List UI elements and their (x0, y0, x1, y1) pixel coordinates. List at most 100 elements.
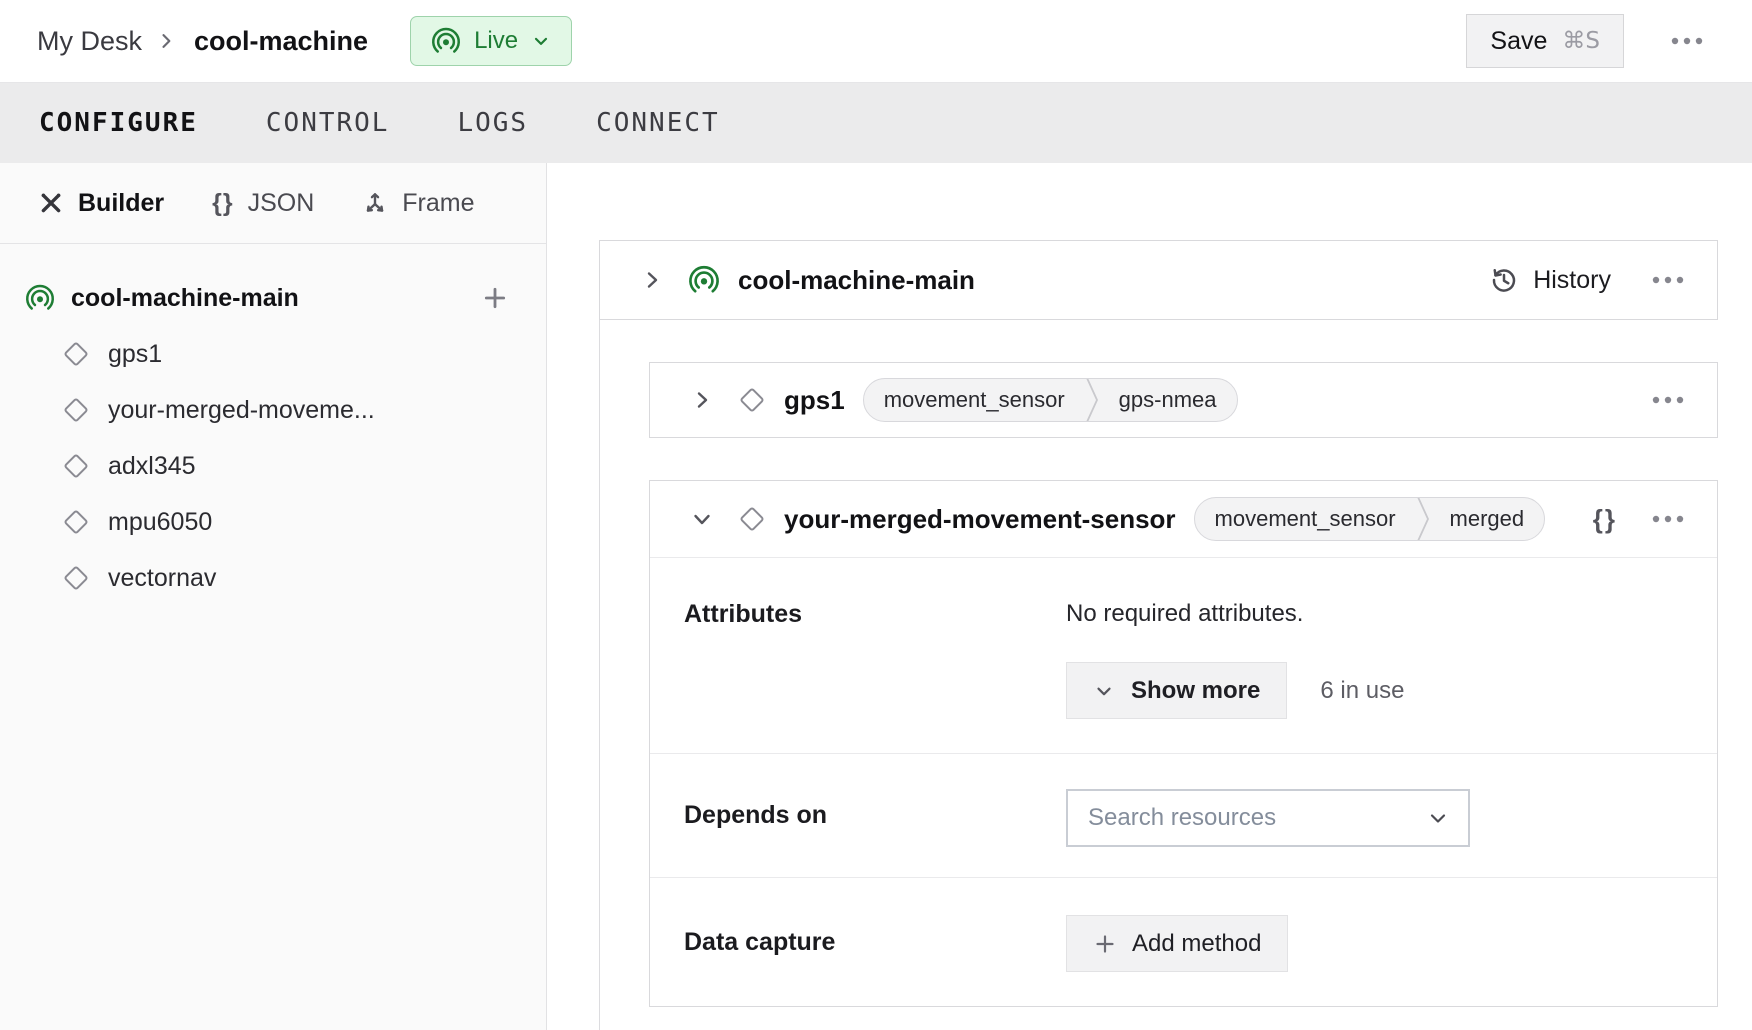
resource-card-merged-sensor: your-merged-movement-sensor movement_sen… (649, 480, 1718, 1007)
broadcast-icon (431, 26, 461, 56)
ellipsis-icon (1651, 395, 1685, 405)
tag-separator-icon (1416, 498, 1430, 540)
view-tab-frame-label: Frame (402, 189, 474, 218)
chevron-right-icon (640, 268, 664, 292)
component-diamond-icon (62, 508, 90, 536)
resource-card-title: your-merged-movement-sensor (784, 504, 1176, 535)
frame-axes-icon (362, 190, 388, 216)
add-resource-button[interactable] (478, 281, 512, 315)
part-card-title: cool-machine-main (738, 265, 975, 296)
plus-icon (1093, 932, 1117, 956)
component-diamond-icon (62, 340, 90, 368)
broadcast-icon (688, 264, 720, 296)
tree-item-label: gps1 (108, 340, 162, 369)
component-diamond-icon (62, 452, 90, 480)
view-tab-builder-label: Builder (78, 189, 164, 218)
tree-item-label: adxl345 (108, 452, 196, 481)
live-status-dropdown[interactable]: Live (410, 16, 572, 66)
add-method-label: Add method (1132, 930, 1261, 958)
tab-logs[interactable]: LOGS (457, 108, 528, 138)
resource-card-gps1: gps1 movement_sensor gps-nmea (649, 362, 1718, 438)
braces-icon: {} (212, 189, 233, 218)
tree-item-label: your-merged-moveme... (108, 396, 375, 425)
tree-item-gps1[interactable]: gps1 (0, 326, 546, 382)
resource-card-title: gps1 (784, 385, 845, 416)
data-capture-section: Data capture Add method (650, 878, 1717, 1008)
view-tab-json[interactable]: {} JSON (212, 189, 314, 218)
attributes-empty-text: No required attributes. (1066, 600, 1303, 628)
history-button-label: History (1533, 266, 1611, 295)
tree-item-mpu6050[interactable]: mpu6050 (0, 494, 546, 550)
show-more-button[interactable]: Show more (1066, 662, 1287, 719)
tab-configure[interactable]: CONFIGURE (39, 108, 198, 138)
add-method-button[interactable]: Add method (1066, 915, 1288, 972)
main-tab-bar: CONFIGURE CONTROL LOGS CONNECT (0, 83, 1752, 163)
tree-item-merged-sensor[interactable]: your-merged-moveme... (0, 382, 546, 438)
tag-type-label: movement_sensor (1195, 498, 1416, 540)
tree-item-label: vectornav (108, 564, 216, 593)
ellipsis-icon (1651, 514, 1685, 524)
tag-type-label: movement_sensor (864, 379, 1085, 421)
broadcast-icon (25, 283, 55, 313)
data-capture-label: Data capture (684, 928, 835, 957)
save-button[interactable]: Save ⌘S (1466, 14, 1624, 68)
attributes-in-use-count: 6 in use (1320, 677, 1404, 705)
tree-item-adxl345[interactable]: adxl345 (0, 438, 546, 494)
ellipsis-icon (1651, 275, 1685, 285)
config-view-tabs: Builder {} JSON Frame (0, 163, 546, 244)
tab-control[interactable]: CONTROL (266, 108, 390, 138)
breadcrumb-current: cool-machine (194, 26, 368, 57)
resource-tree: cool-machine-main gps1 your-merged-movem… (0, 244, 546, 606)
tree-item-vectornav[interactable]: vectornav (0, 550, 546, 606)
header-overflow-menu-button[interactable] (1664, 30, 1710, 52)
resource-type-tag: movement_sensor merged (1194, 497, 1546, 541)
view-tab-json-label: JSON (248, 189, 315, 218)
tag-model-label: merged (1430, 498, 1545, 540)
tree-item-main-part[interactable]: cool-machine-main (0, 270, 546, 326)
expand-resource-button[interactable] (684, 382, 720, 418)
part-card-main: cool-machine-main History (599, 240, 1718, 320)
expand-part-button[interactable] (634, 262, 670, 298)
depends-on-label: Depends on (684, 801, 827, 830)
component-diamond-icon (738, 386, 766, 414)
chevron-down-icon (690, 507, 714, 531)
chevron-down-icon (1093, 680, 1115, 702)
tab-connect[interactable]: CONNECT (596, 108, 720, 138)
component-diamond-icon (62, 396, 90, 424)
component-diamond-icon (738, 505, 766, 533)
app-header: My Desk cool-machine Live Save ⌘S (0, 0, 1752, 83)
save-shortcut-hint: ⌘S (1562, 28, 1600, 54)
depends-on-section: Depends on (650, 754, 1717, 878)
view-tab-builder[interactable]: Builder (38, 189, 164, 218)
tools-icon (38, 190, 64, 216)
resource-card-header: your-merged-movement-sensor movement_sen… (650, 481, 1717, 558)
part-overflow-menu-button[interactable] (1645, 269, 1691, 291)
depends-on-select[interactable] (1066, 789, 1470, 847)
collapse-resource-button[interactable] (684, 501, 720, 537)
ellipsis-icon (1670, 36, 1704, 46)
chevron-right-icon (156, 31, 176, 51)
attributes-label: Attributes (684, 600, 802, 629)
attributes-section: Attributes No required attributes. Show … (650, 558, 1717, 754)
plus-icon (482, 285, 508, 311)
braces-icon: {} (1593, 504, 1617, 534)
save-button-label: Save (1490, 27, 1547, 56)
tree-item-label: mpu6050 (108, 508, 212, 537)
chevron-right-icon (690, 388, 714, 412)
resource-overflow-menu-button[interactable] (1645, 508, 1691, 530)
breadcrumb-parent[interactable]: My Desk (37, 26, 142, 57)
history-button[interactable]: History (1489, 265, 1611, 295)
search-resources-input[interactable] (1088, 804, 1426, 832)
resource-type-tag: movement_sensor gps-nmea (863, 378, 1238, 422)
tree-item-label: cool-machine-main (71, 284, 299, 313)
view-tab-frame[interactable]: Frame (362, 189, 474, 218)
component-diamond-icon (62, 564, 90, 592)
chevron-down-icon (531, 31, 551, 51)
tag-separator-icon (1085, 379, 1099, 421)
history-clock-icon (1489, 265, 1519, 295)
edit-json-button[interactable]: {} (1593, 504, 1617, 535)
resource-overflow-menu-button[interactable] (1645, 389, 1691, 411)
tag-model-label: gps-nmea (1099, 379, 1237, 421)
show-more-label: Show more (1131, 677, 1260, 705)
config-sidebar: Builder {} JSON Frame (0, 163, 547, 1030)
